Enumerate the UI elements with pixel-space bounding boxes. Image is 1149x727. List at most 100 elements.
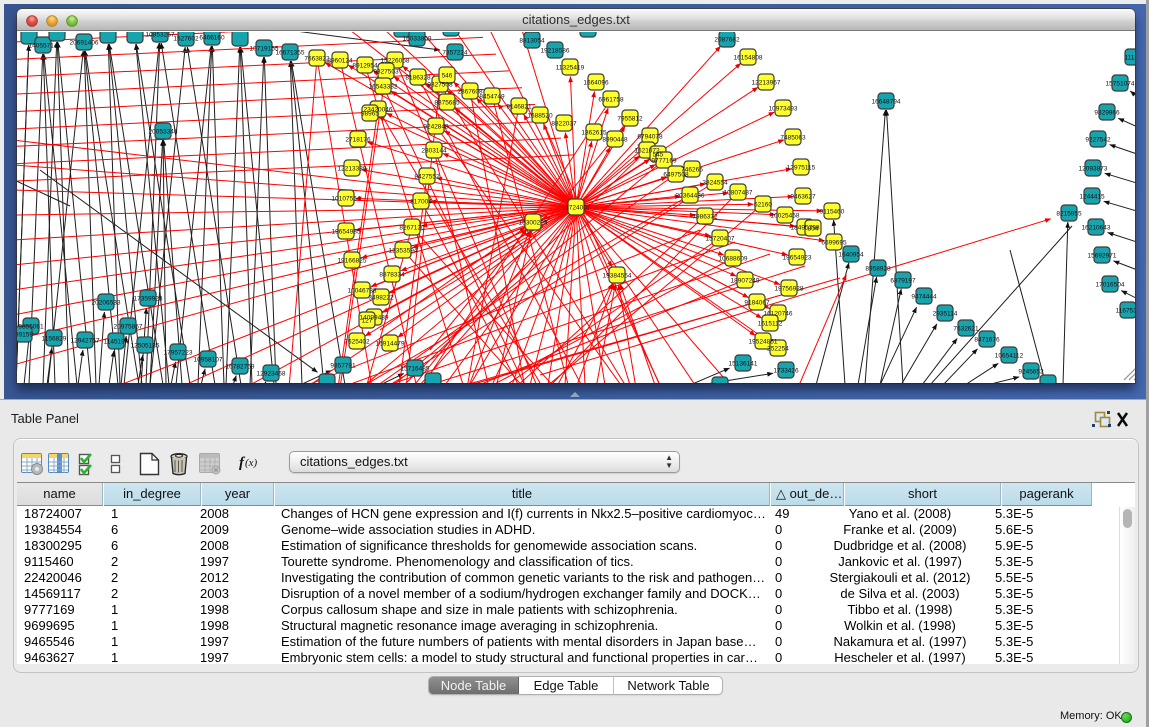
svg-text:12213967: 12213967 xyxy=(752,80,781,87)
svg-text:11120: 11120 xyxy=(1124,55,1135,62)
svg-text:252254: 252254 xyxy=(767,346,789,353)
svg-text:8960124: 8960124 xyxy=(327,58,353,65)
svg-text:16033809: 16033809 xyxy=(403,36,432,43)
svg-text:12923468: 12923468 xyxy=(257,371,286,378)
svg-text:15226058: 15226058 xyxy=(381,58,410,65)
svg-text:6497508: 6497508 xyxy=(663,172,689,179)
svg-text:8267130: 8267130 xyxy=(399,225,425,232)
svg-text:1156829: 1156829 xyxy=(42,336,67,343)
svg-text:1145194: 1145194 xyxy=(104,339,129,346)
svg-text:7357224: 7357224 xyxy=(442,50,468,57)
svg-text:16120746: 16120746 xyxy=(764,311,793,318)
svg-text:8427552: 8427552 xyxy=(414,174,440,181)
svg-text:9242848: 9242848 xyxy=(423,124,449,131)
svg-text:12093873: 12093873 xyxy=(1079,166,1108,173)
svg-text:7663822: 7663822 xyxy=(304,56,330,63)
svg-text:1615112: 1615112 xyxy=(758,321,783,328)
svg-text:15720407: 15720407 xyxy=(706,236,735,243)
svg-text:39159: 39159 xyxy=(17,332,33,339)
svg-text:19218586: 19218586 xyxy=(541,48,570,55)
svg-text:19654923: 19654923 xyxy=(783,255,812,262)
svg-text:10688609: 10688609 xyxy=(719,256,748,263)
svg-text:20053346: 20053346 xyxy=(149,129,178,136)
svg-text:12942757: 12942757 xyxy=(71,338,100,345)
svg-text:16648794: 16648794 xyxy=(872,99,901,106)
svg-text:8215955: 8215955 xyxy=(1056,211,1082,218)
svg-text:10958107: 10958107 xyxy=(194,357,223,364)
svg-text:9115460: 9115460 xyxy=(820,209,845,216)
svg-text:6879197: 6879197 xyxy=(890,278,916,285)
svg-text:7986372: 7986372 xyxy=(692,214,718,221)
svg-text:9227542: 9227542 xyxy=(1085,137,1111,144)
svg-text:16914479: 16914479 xyxy=(376,341,405,348)
svg-text:3824554: 3824554 xyxy=(702,180,728,187)
svg-text:19166825: 19166825 xyxy=(338,258,367,265)
svg-text:18300295: 18300295 xyxy=(519,220,548,227)
svg-text:10654112: 10654112 xyxy=(995,353,1024,360)
svg-text:15136141: 15136141 xyxy=(729,361,758,368)
svg-text:19524851: 19524851 xyxy=(749,339,778,346)
svg-text:7632621: 7632621 xyxy=(953,326,979,333)
svg-text:11325419: 11325419 xyxy=(556,65,585,72)
svg-text:7485063: 7485063 xyxy=(780,135,806,142)
svg-text:(x): (x) xyxy=(245,457,258,469)
svg-text:6699695: 6699695 xyxy=(821,240,847,247)
svg-text:19384554: 19384554 xyxy=(603,273,632,280)
svg-text:9184067: 9184067 xyxy=(744,300,770,307)
svg-text:16671355: 16671355 xyxy=(276,50,305,57)
svg-text:16154808: 16154808 xyxy=(734,55,763,62)
svg-text:12353594: 12353594 xyxy=(389,248,418,255)
svg-text:16543382: 16543382 xyxy=(369,84,398,91)
svg-text:1244415: 1244415 xyxy=(1079,194,1105,201)
svg-text:98965: 98965 xyxy=(361,111,379,118)
svg-text:17957223: 17957223 xyxy=(164,350,193,357)
svg-text:15692971: 15692971 xyxy=(1088,253,1117,260)
svg-text:19654985: 19654985 xyxy=(332,229,361,236)
svg-text:6961758: 6961758 xyxy=(598,97,624,104)
svg-text:16782759: 16782759 xyxy=(226,364,255,371)
svg-text:1733426: 1733426 xyxy=(773,368,799,375)
svg-text:14055714: 14055714 xyxy=(29,43,58,50)
svg-text:9245652: 9245652 xyxy=(1018,369,1044,376)
svg-text:1588520: 1588520 xyxy=(527,113,553,120)
svg-text:1664096: 1664096 xyxy=(583,80,609,87)
svg-text:2803144: 2803144 xyxy=(421,148,447,155)
svg-text:10025458: 10025458 xyxy=(771,213,800,220)
svg-text:8822037: 8822037 xyxy=(551,121,577,128)
svg-text:8958928: 8958928 xyxy=(865,266,891,273)
svg-text:1167533: 1167533 xyxy=(1116,308,1135,315)
svg-text:20975867: 20975867 xyxy=(114,324,143,331)
svg-text:10046788: 10046788 xyxy=(348,288,377,295)
svg-text:9857791: 9857791 xyxy=(330,363,356,370)
svg-text:18907249: 18907249 xyxy=(731,278,760,285)
svg-text:2087682: 2087682 xyxy=(714,37,740,44)
svg-text:8878334: 8878334 xyxy=(379,272,405,279)
svg-text:9474444: 9474444 xyxy=(911,294,937,301)
svg-text:12975115: 12975115 xyxy=(787,165,816,172)
svg-text:19756928: 19756928 xyxy=(775,286,804,293)
svg-text:9855061: 9855061 xyxy=(18,324,44,331)
svg-text:2935114: 2935114 xyxy=(933,311,958,318)
svg-text:8454749: 8454749 xyxy=(479,94,505,101)
svg-text:2718176: 2718176 xyxy=(345,137,371,144)
svg-text:12213389: 12213389 xyxy=(338,166,367,173)
svg-text:1527602: 1527602 xyxy=(173,36,199,43)
svg-text:8990448: 8990448 xyxy=(602,137,628,144)
svg-text:8186328: 8186328 xyxy=(405,75,431,82)
svg-text:17016504: 17016504 xyxy=(1096,282,1125,289)
svg-text:8813054: 8813054 xyxy=(519,38,545,45)
svg-text:9146821: 9146821 xyxy=(506,104,532,111)
svg-text:20206533: 20206533 xyxy=(92,300,121,307)
svg-text:9327508: 9327508 xyxy=(427,82,453,89)
svg-text:804: 804 xyxy=(808,226,819,233)
svg-text:1640954: 1640954 xyxy=(838,252,864,259)
svg-text:15751074: 15751074 xyxy=(1106,81,1135,88)
svg-text:7955812: 7955812 xyxy=(617,116,643,123)
svg-text:10853267: 10853267 xyxy=(146,32,175,39)
svg-text:9327503: 9327503 xyxy=(373,69,399,76)
svg-text:817004: 817004 xyxy=(410,199,432,206)
svg-text:20691406: 20691406 xyxy=(70,40,99,47)
svg-text:8471676: 8471676 xyxy=(974,337,1000,344)
svg-text:9777169: 9777169 xyxy=(651,158,677,165)
svg-text:15716485: 15716485 xyxy=(401,366,430,373)
